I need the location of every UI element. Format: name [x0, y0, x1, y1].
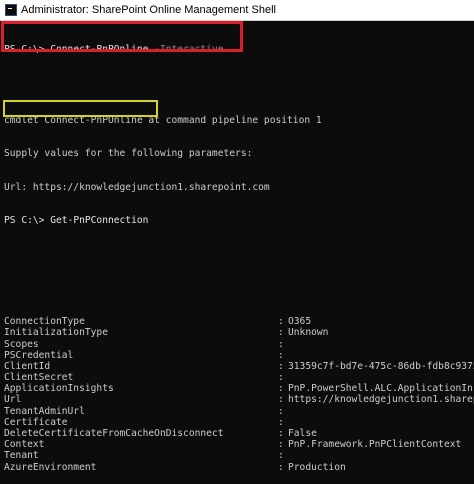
property-value: 31359c7f-bd7e-475c-86db-fdb8c937548e [288, 360, 474, 372]
property-separator: : [278, 428, 284, 440]
property-value: PnP.PowerShell.ALC.ApplicationInsights [288, 383, 474, 395]
property-key: InitializationType [4, 327, 108, 339]
property-row: PSCredential: [4, 350, 474, 361]
property-separator: : [278, 461, 284, 473]
property-key: PSCredential [4, 349, 74, 361]
property-key: ClientSecret [4, 372, 74, 384]
powershell-icon [5, 4, 17, 16]
property-separator: : [278, 416, 284, 428]
property-separator: : [278, 405, 284, 417]
property-separator: : [278, 450, 284, 462]
property-key: AzureEnvironment [4, 461, 97, 473]
property-separator: : [278, 327, 284, 339]
property-row: Url: https://knowledgejunction1.sharepoin… [4, 394, 474, 405]
property-value: False [288, 428, 317, 440]
property-row: AzureEnvironment: Production [4, 462, 474, 473]
property-row: ApplicationInsights: PnP.PowerShell.ALC.A… [4, 383, 474, 394]
prompt: PS C:\> [4, 215, 51, 227]
output-line: Url: https://knowledgejunction1.sharepoi… [4, 181, 270, 193]
highlight-box-red [1, 21, 243, 52]
window-title: Administrator: SharePoint Online Managem… [21, 4, 276, 16]
property-key: DeleteCertificateFromCacheOnDisconnect [4, 428, 224, 440]
property-value: Production [288, 461, 346, 473]
connection-properties: ConnectionType: O365 InitializationType: Un… [4, 316, 474, 473]
property-key: TenantAdminUrl [4, 405, 85, 417]
property-key: ApplicationInsights [4, 383, 114, 395]
property-row: TenantAdminUrl: [4, 406, 474, 417]
output-line: Supply values for the following paramete… [4, 148, 253, 160]
property-key: Url [4, 394, 22, 406]
console-output[interactable]: PS C:\> Connect-PnPOnline -Interactive c… [0, 21, 474, 473]
property-separator: : [278, 349, 284, 361]
property-row: ConnectionType: O365 [4, 316, 474, 327]
command-text: Get-PnPConnection [50, 215, 149, 227]
property-key: Scopes [4, 338, 39, 350]
property-value: Unknown [288, 327, 329, 339]
property-row: ClientSecret: [4, 372, 474, 383]
command-line-get-connection: PS C:\> Get-PnPConnection [4, 215, 474, 226]
property-row: Scopes: [4, 339, 474, 350]
property-key: ClientId [4, 360, 51, 372]
highlight-box-yellow [3, 100, 158, 117]
property-separator: : [278, 316, 284, 328]
property-row: ClientId:31359c7f-bd7e-475c-86db-fdb8c93… [4, 361, 474, 372]
property-row: Tenant: [4, 450, 474, 461]
property-separator: : [278, 383, 284, 395]
property-separator: : [278, 372, 284, 384]
property-value: https://knowledgejunction1.sharepoint.co… [288, 394, 474, 406]
property-row: Context: PnP.Framework.PnPClientContext [4, 439, 474, 450]
property-separator: : [278, 338, 284, 350]
property-key: Certificate [4, 416, 68, 428]
property-value: O365 [288, 316, 312, 328]
property-value: PnP.Framework.PnPClientContext [288, 439, 462, 451]
property-key: ConnectionType [4, 316, 85, 328]
property-separator: : [278, 394, 284, 406]
property-row: InitializationType: Unknown [4, 327, 474, 338]
property-row: Certificate: [4, 417, 474, 428]
property-key: Context [4, 439, 45, 451]
property-key: Tenant [4, 450, 39, 462]
property-separator: : [278, 360, 284, 372]
window-titlebar[interactable]: Administrator: SharePoint Online Managem… [0, 0, 474, 21]
property-row: DeleteCertificateFromCacheOnDisconnect: F… [4, 428, 474, 439]
property-separator: : [278, 439, 284, 451]
